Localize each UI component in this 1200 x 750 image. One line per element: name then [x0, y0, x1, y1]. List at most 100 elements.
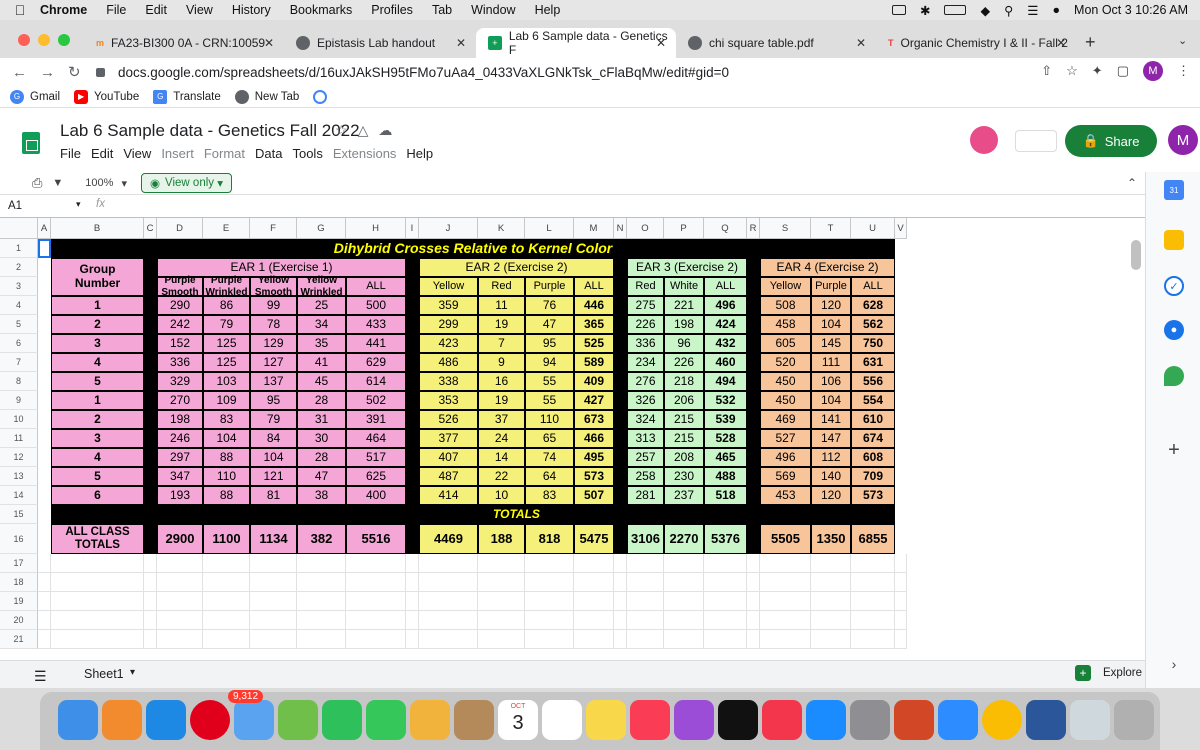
spreadsheet-grid[interactable]: A B C D E F G H I J K L M N O P Q R S T U V 1 2 3 4 5 6 7 8 9 10 11 12 13 1… [0, 218, 1145, 660]
column-header-e[interactable]: E [203, 218, 250, 239]
document-title[interactable]: Lab 6 Sample data - Genetics Fall 2022 [60, 121, 360, 141]
opera-icon[interactable] [190, 700, 230, 740]
appstore-icon[interactable] [806, 700, 846, 740]
close-window-button[interactable] [18, 34, 30, 46]
selected-cell[interactable] [38, 239, 51, 258]
bluetooth-icon[interactable]: ✱ [920, 3, 930, 18]
mail-icon[interactable] [234, 700, 274, 740]
siri-icon[interactable]: ● [1052, 3, 1060, 17]
bookmark-youtube[interactable]: ▶ YouTube [74, 89, 139, 104]
control-center-icon[interactable]: ☰ [1027, 3, 1038, 18]
reminders-icon[interactable] [542, 700, 582, 740]
menubar-history[interactable]: History [232, 3, 271, 17]
vertical-scrollbar[interactable] [1131, 240, 1141, 270]
menu-insert[interactable]: Insert [161, 146, 194, 161]
print-icon[interactable]: ⎙ [32, 175, 42, 191]
messages-icon[interactable] [366, 700, 406, 740]
close-tab-icon[interactable]: ✕ [456, 36, 466, 50]
add-addon-plus-icon[interactable]: + [1164, 439, 1184, 461]
column-header-h[interactable]: H [346, 218, 406, 239]
maps-icon[interactable] [1164, 366, 1184, 386]
wifi-icon[interactable]: ◆ [980, 3, 990, 18]
trash-icon[interactable] [1114, 700, 1154, 740]
bookmark-translate[interactable]: G Translate [153, 89, 221, 104]
column-header-o[interactable]: O [627, 218, 664, 239]
row-header-15[interactable]: 15 [0, 505, 38, 524]
column-header-f[interactable]: F [250, 218, 297, 239]
row-header-21[interactable]: 21 [0, 630, 38, 650]
menubar-edit[interactable]: Edit [145, 3, 167, 17]
calendar-app-icon[interactable]: OCT 3 [498, 700, 538, 740]
keep-icon[interactable] [1164, 230, 1184, 250]
row-header-8[interactable]: 8 [0, 372, 38, 391]
name-box[interactable]: A1 [8, 200, 22, 212]
grid-corner[interactable] [0, 218, 38, 239]
row-header-16[interactable]: 16 [0, 524, 38, 555]
menubar-app[interactable]: Chrome [40, 3, 87, 17]
tab-moodle[interactable]: m FA23-BI300 0A - CRN:10059 ✕ [84, 28, 284, 58]
column-header-t[interactable]: T [811, 218, 851, 239]
row-header-3[interactable]: 3 [0, 277, 38, 296]
chevron-right-icon[interactable]: › [1164, 654, 1184, 674]
sheet-tab-sheet1[interactable]: Sheet1 [84, 667, 124, 681]
row-header-12[interactable]: 12 [0, 448, 38, 467]
column-header-p[interactable]: P [664, 218, 704, 239]
menubar-window[interactable]: Window [471, 3, 515, 17]
row-header-9[interactable]: 9 [0, 391, 38, 410]
lock-icon[interactable] [96, 67, 105, 77]
bookmark-star-icon[interactable]: ☆ [1066, 63, 1078, 79]
column-header-c[interactable]: C [144, 218, 157, 239]
close-tab-icon[interactable]: ✕ [656, 36, 666, 50]
column-header-q[interactable]: Q [704, 218, 747, 239]
tasks-icon[interactable]: ✓ [1164, 276, 1184, 296]
row-header-18[interactable]: 18 [0, 573, 38, 593]
tab-organic-chem[interactable]: T Organic Chemistry I & II - Fall 2 ✕ [876, 28, 1076, 58]
menubar-profiles[interactable]: Profiles [371, 3, 413, 17]
collapse-menu-icon[interactable]: ⌃ [1127, 176, 1137, 190]
close-tab-icon[interactable]: ✕ [856, 36, 866, 50]
appletv-icon[interactable] [718, 700, 758, 740]
finder-icon[interactable] [58, 700, 98, 740]
filter-icon[interactable]: ▼ [52, 177, 63, 189]
column-header-g[interactable]: G [297, 218, 346, 239]
column-header-d[interactable]: D [157, 218, 203, 239]
column-header-l[interactable]: L [525, 218, 574, 239]
close-tab-icon[interactable]: ✕ [1056, 36, 1066, 50]
podcasts-icon[interactable] [674, 700, 714, 740]
menubar-help[interactable]: Help [535, 3, 561, 17]
apple-icon[interactable]:  [0, 2, 40, 18]
row-header-4[interactable]: 4 [0, 296, 38, 315]
share-button[interactable]: 🔒 Share [1065, 125, 1157, 157]
view-only-button[interactable]: ◉ View only ▾ [140, 173, 232, 193]
row-header-19[interactable]: 19 [0, 592, 38, 612]
sidepanel-icon[interactable]: ▢ [1117, 63, 1129, 79]
settings-icon[interactable] [850, 700, 890, 740]
tab-search-chevron-icon[interactable]: ⌄ [1178, 34, 1187, 47]
menu-extensions[interactable]: Extensions [333, 146, 397, 161]
notes-icon[interactable] [586, 700, 626, 740]
tab-chi-square[interactable]: chi square table.pdf ✕ [676, 28, 876, 58]
bookmark-newtab[interactable]: New Tab [234, 89, 299, 104]
column-header-m[interactable]: M [574, 218, 614, 239]
battery-icon[interactable] [944, 5, 967, 15]
safari-icon[interactable] [146, 700, 186, 740]
maps-app-icon[interactable] [278, 700, 318, 740]
sheets-logo-icon[interactable] [22, 132, 40, 154]
preview-icon[interactable] [1070, 700, 1110, 740]
all-sheets-menu-icon[interactable]: ☰ [34, 668, 47, 685]
new-tab-plus-icon[interactable]: + [1085, 32, 1096, 53]
row-header-13[interactable]: 13 [0, 467, 38, 486]
photos-icon[interactable] [410, 700, 450, 740]
reload-icon[interactable]: ↻ [68, 63, 84, 81]
menu-help[interactable]: Help [406, 146, 433, 161]
menubar-bookmarks[interactable]: Bookmarks [290, 3, 353, 17]
zoom-icon[interactable] [938, 700, 978, 740]
column-header-k[interactable]: K [478, 218, 525, 239]
explore-button[interactable]: + Explore [1075, 665, 1142, 681]
calendar-icon[interactable]: 31 [1164, 180, 1184, 200]
column-header-i[interactable]: I [406, 218, 419, 239]
tab-lab6-sheet[interactable]: + Lab 6 Sample data - Genetics F ✕ [476, 28, 676, 58]
bookmark-search[interactable] [313, 89, 333, 104]
maximize-window-button[interactable] [58, 34, 70, 46]
menu-file[interactable]: File [60, 146, 81, 161]
